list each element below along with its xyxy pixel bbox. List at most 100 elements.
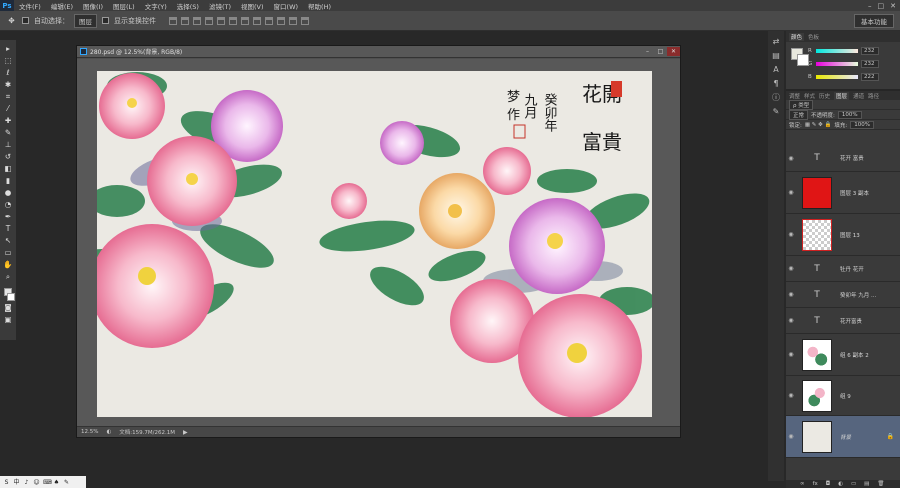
doc-maximize-button[interactable]: □ bbox=[654, 47, 667, 56]
info-panel-icon[interactable]: ⓘ bbox=[771, 93, 781, 103]
tab-history[interactable]: 历史 bbox=[819, 92, 830, 100]
ime-keyboard-icon[interactable]: ⌨ bbox=[43, 479, 52, 486]
lasso-tool-icon[interactable]: ℓ bbox=[3, 68, 14, 78]
blur-tool-icon[interactable]: ● bbox=[3, 188, 14, 198]
layer-row[interactable]: ◉ T 牡丹 花开 bbox=[786, 256, 900, 282]
ime-emoji-icon[interactable]: ☺ bbox=[33, 479, 40, 486]
magic-wand-tool-icon[interactable]: ✱ bbox=[3, 80, 14, 90]
layer-row[interactable]: ◉ T 癸卯年 九月 ... bbox=[786, 282, 900, 308]
ime-skin-icon[interactable]: ♠ bbox=[53, 479, 60, 486]
distribute-left-icon[interactable] bbox=[277, 16, 285, 25]
tab-styles[interactable]: 样式 bbox=[804, 92, 815, 100]
type-tool-icon[interactable]: T bbox=[3, 224, 14, 234]
brush-panel-icon[interactable]: ✎ bbox=[771, 107, 781, 117]
zoom-level[interactable]: 12.5% bbox=[81, 429, 98, 435]
add-mask-icon[interactable]: ◘ bbox=[826, 481, 830, 487]
red-value[interactable]: 232 bbox=[861, 47, 879, 55]
visibility-eye-icon[interactable]: ◉ bbox=[786, 291, 796, 298]
gradient-tool-icon[interactable]: ▮ bbox=[3, 176, 14, 186]
workspace-dropdown[interactable]: 基本功能 bbox=[854, 13, 894, 28]
tab-channels[interactable]: 通道 bbox=[853, 92, 864, 100]
visibility-eye-icon[interactable]: ◉ bbox=[786, 231, 796, 238]
visibility-eye-icon[interactable]: ◉ bbox=[786, 265, 796, 272]
history-brush-tool-icon[interactable]: ↺ bbox=[3, 152, 14, 162]
layer-kind-filter[interactable]: ρ 类型 bbox=[789, 99, 814, 110]
visibility-eye-icon[interactable]: ◉ bbox=[786, 351, 796, 358]
pen-tool-icon[interactable]: ✒ bbox=[3, 212, 14, 222]
align-bottom-icon[interactable] bbox=[193, 16, 201, 25]
move-tool-preset-icon[interactable]: ✥ bbox=[6, 16, 17, 26]
paragraph-panel-icon[interactable]: ¶ bbox=[771, 79, 781, 89]
doc-minimize-button[interactable]: – bbox=[641, 47, 654, 56]
delete-layer-icon[interactable]: 🗑 bbox=[877, 481, 884, 487]
distribute-top-icon[interactable] bbox=[241, 16, 249, 25]
maximize-button[interactable]: □ bbox=[878, 2, 885, 10]
menu-file[interactable]: 文件(F) bbox=[14, 1, 46, 11]
link-layers-icon[interactable]: ∞ bbox=[800, 481, 805, 487]
menu-layer[interactable]: 图层(L) bbox=[108, 1, 140, 11]
ime-tools-icon[interactable]: ✎ bbox=[63, 479, 70, 486]
minimize-button[interactable]: – bbox=[868, 2, 872, 10]
healing-brush-tool-icon[interactable]: ✚ bbox=[3, 116, 14, 126]
brush-tool-icon[interactable]: ✎ bbox=[3, 128, 14, 138]
auto-select-dropdown[interactable]: 图层 bbox=[74, 13, 97, 28]
tab-adjustments[interactable]: 调整 bbox=[789, 92, 800, 100]
tab-paths[interactable]: 路径 bbox=[868, 92, 879, 100]
zoom-tool-icon[interactable]: ⌕ bbox=[3, 272, 14, 282]
visibility-eye-icon[interactable]: ◉ bbox=[786, 392, 796, 399]
align-top-icon[interactable] bbox=[169, 16, 177, 25]
layer-row-selected[interactable]: ◉ 背景 🔒 bbox=[786, 416, 900, 458]
align-left-icon[interactable] bbox=[205, 16, 213, 25]
character-panel-icon[interactable]: A bbox=[771, 65, 781, 75]
new-layer-icon[interactable]: ▤ bbox=[864, 481, 869, 487]
quick-mask-icon[interactable]: ◙ bbox=[3, 303, 14, 313]
hand-tool-icon[interactable]: ✋ bbox=[3, 260, 14, 270]
ime-punctuation-icon[interactable]: ♪ bbox=[23, 479, 30, 486]
clone-stamp-tool-icon[interactable]: ⊥ bbox=[3, 140, 14, 150]
menu-type[interactable]: 文字(Y) bbox=[140, 1, 172, 11]
crop-tool-icon[interactable]: ⌗ bbox=[3, 92, 14, 102]
menu-select[interactable]: 选择(S) bbox=[172, 1, 204, 11]
status-info-icon[interactable]: ◐ bbox=[106, 429, 111, 435]
layer-row[interactable]: ◉ 图层 3 副本 bbox=[786, 172, 900, 214]
align-right-icon[interactable] bbox=[229, 16, 237, 25]
layer-row[interactable]: ◉ 图层 13 bbox=[786, 214, 900, 256]
layer-row[interactable]: ◉ 组 9 bbox=[786, 376, 900, 416]
visibility-eye-icon[interactable]: ◉ bbox=[786, 433, 796, 440]
eyedropper-tool-icon[interactable]: ⁄ bbox=[3, 104, 14, 114]
distribute-bottom-icon[interactable] bbox=[265, 16, 273, 25]
tab-color[interactable]: 颜色 bbox=[789, 32, 805, 41]
history-panel-icon[interactable]: ⇄ bbox=[771, 37, 781, 47]
show-transform-checkbox[interactable] bbox=[102, 17, 109, 24]
move-tool-icon[interactable]: ▸ bbox=[3, 44, 14, 54]
green-value[interactable]: 232 bbox=[861, 60, 879, 68]
menu-help[interactable]: 帮助(H) bbox=[303, 1, 336, 11]
layer-row[interactable]: ◉ T 花开富贵 bbox=[786, 308, 900, 334]
properties-panel-icon[interactable]: ▤ bbox=[771, 51, 781, 61]
marquee-tool-icon[interactable]: ⬚ bbox=[3, 56, 14, 66]
green-slider[interactable] bbox=[816, 62, 858, 66]
shape-tool-icon[interactable]: ▭ bbox=[3, 248, 14, 258]
lock-icons[interactable]: ▦ ✎ ✥ 🔒 bbox=[805, 122, 832, 128]
blue-value[interactable]: 222 bbox=[861, 73, 879, 81]
peony-artwork[interactable]: 花開 富貴 癸卯年 九月 梦 作 bbox=[97, 71, 652, 417]
red-slider[interactable] bbox=[816, 49, 858, 53]
blue-slider[interactable] bbox=[816, 75, 858, 79]
status-menu-arrow-icon[interactable]: ▶ bbox=[183, 429, 188, 436]
blend-mode-dropdown[interactable]: 正常 bbox=[789, 109, 809, 120]
opacity-input[interactable]: 100% bbox=[837, 110, 862, 119]
close-button[interactable]: ✕ bbox=[890, 2, 896, 10]
visibility-eye-icon[interactable]: ◉ bbox=[786, 189, 796, 196]
menu-view[interactable]: 视图(V) bbox=[236, 1, 269, 11]
align-middle-icon[interactable] bbox=[181, 16, 189, 25]
path-select-tool-icon[interactable]: ↖ bbox=[3, 236, 14, 246]
screen-mode-icon[interactable]: ▣ bbox=[3, 315, 14, 325]
document-tab[interactable]: 280.psd @ 12.5%(背景, RGB/8) – □ ✕ bbox=[77, 46, 680, 58]
auto-select-checkbox[interactable] bbox=[22, 17, 29, 24]
visibility-eye-icon[interactable]: ◉ bbox=[786, 155, 796, 162]
background-color-swatch[interactable] bbox=[6, 293, 15, 301]
menu-edit[interactable]: 编辑(E) bbox=[46, 1, 78, 11]
visibility-eye-icon[interactable]: ◉ bbox=[786, 317, 796, 324]
layer-row[interactable]: ◉ 组 6 副本 2 bbox=[786, 334, 900, 376]
adjustment-layer-icon[interactable]: ◐ bbox=[838, 481, 843, 487]
